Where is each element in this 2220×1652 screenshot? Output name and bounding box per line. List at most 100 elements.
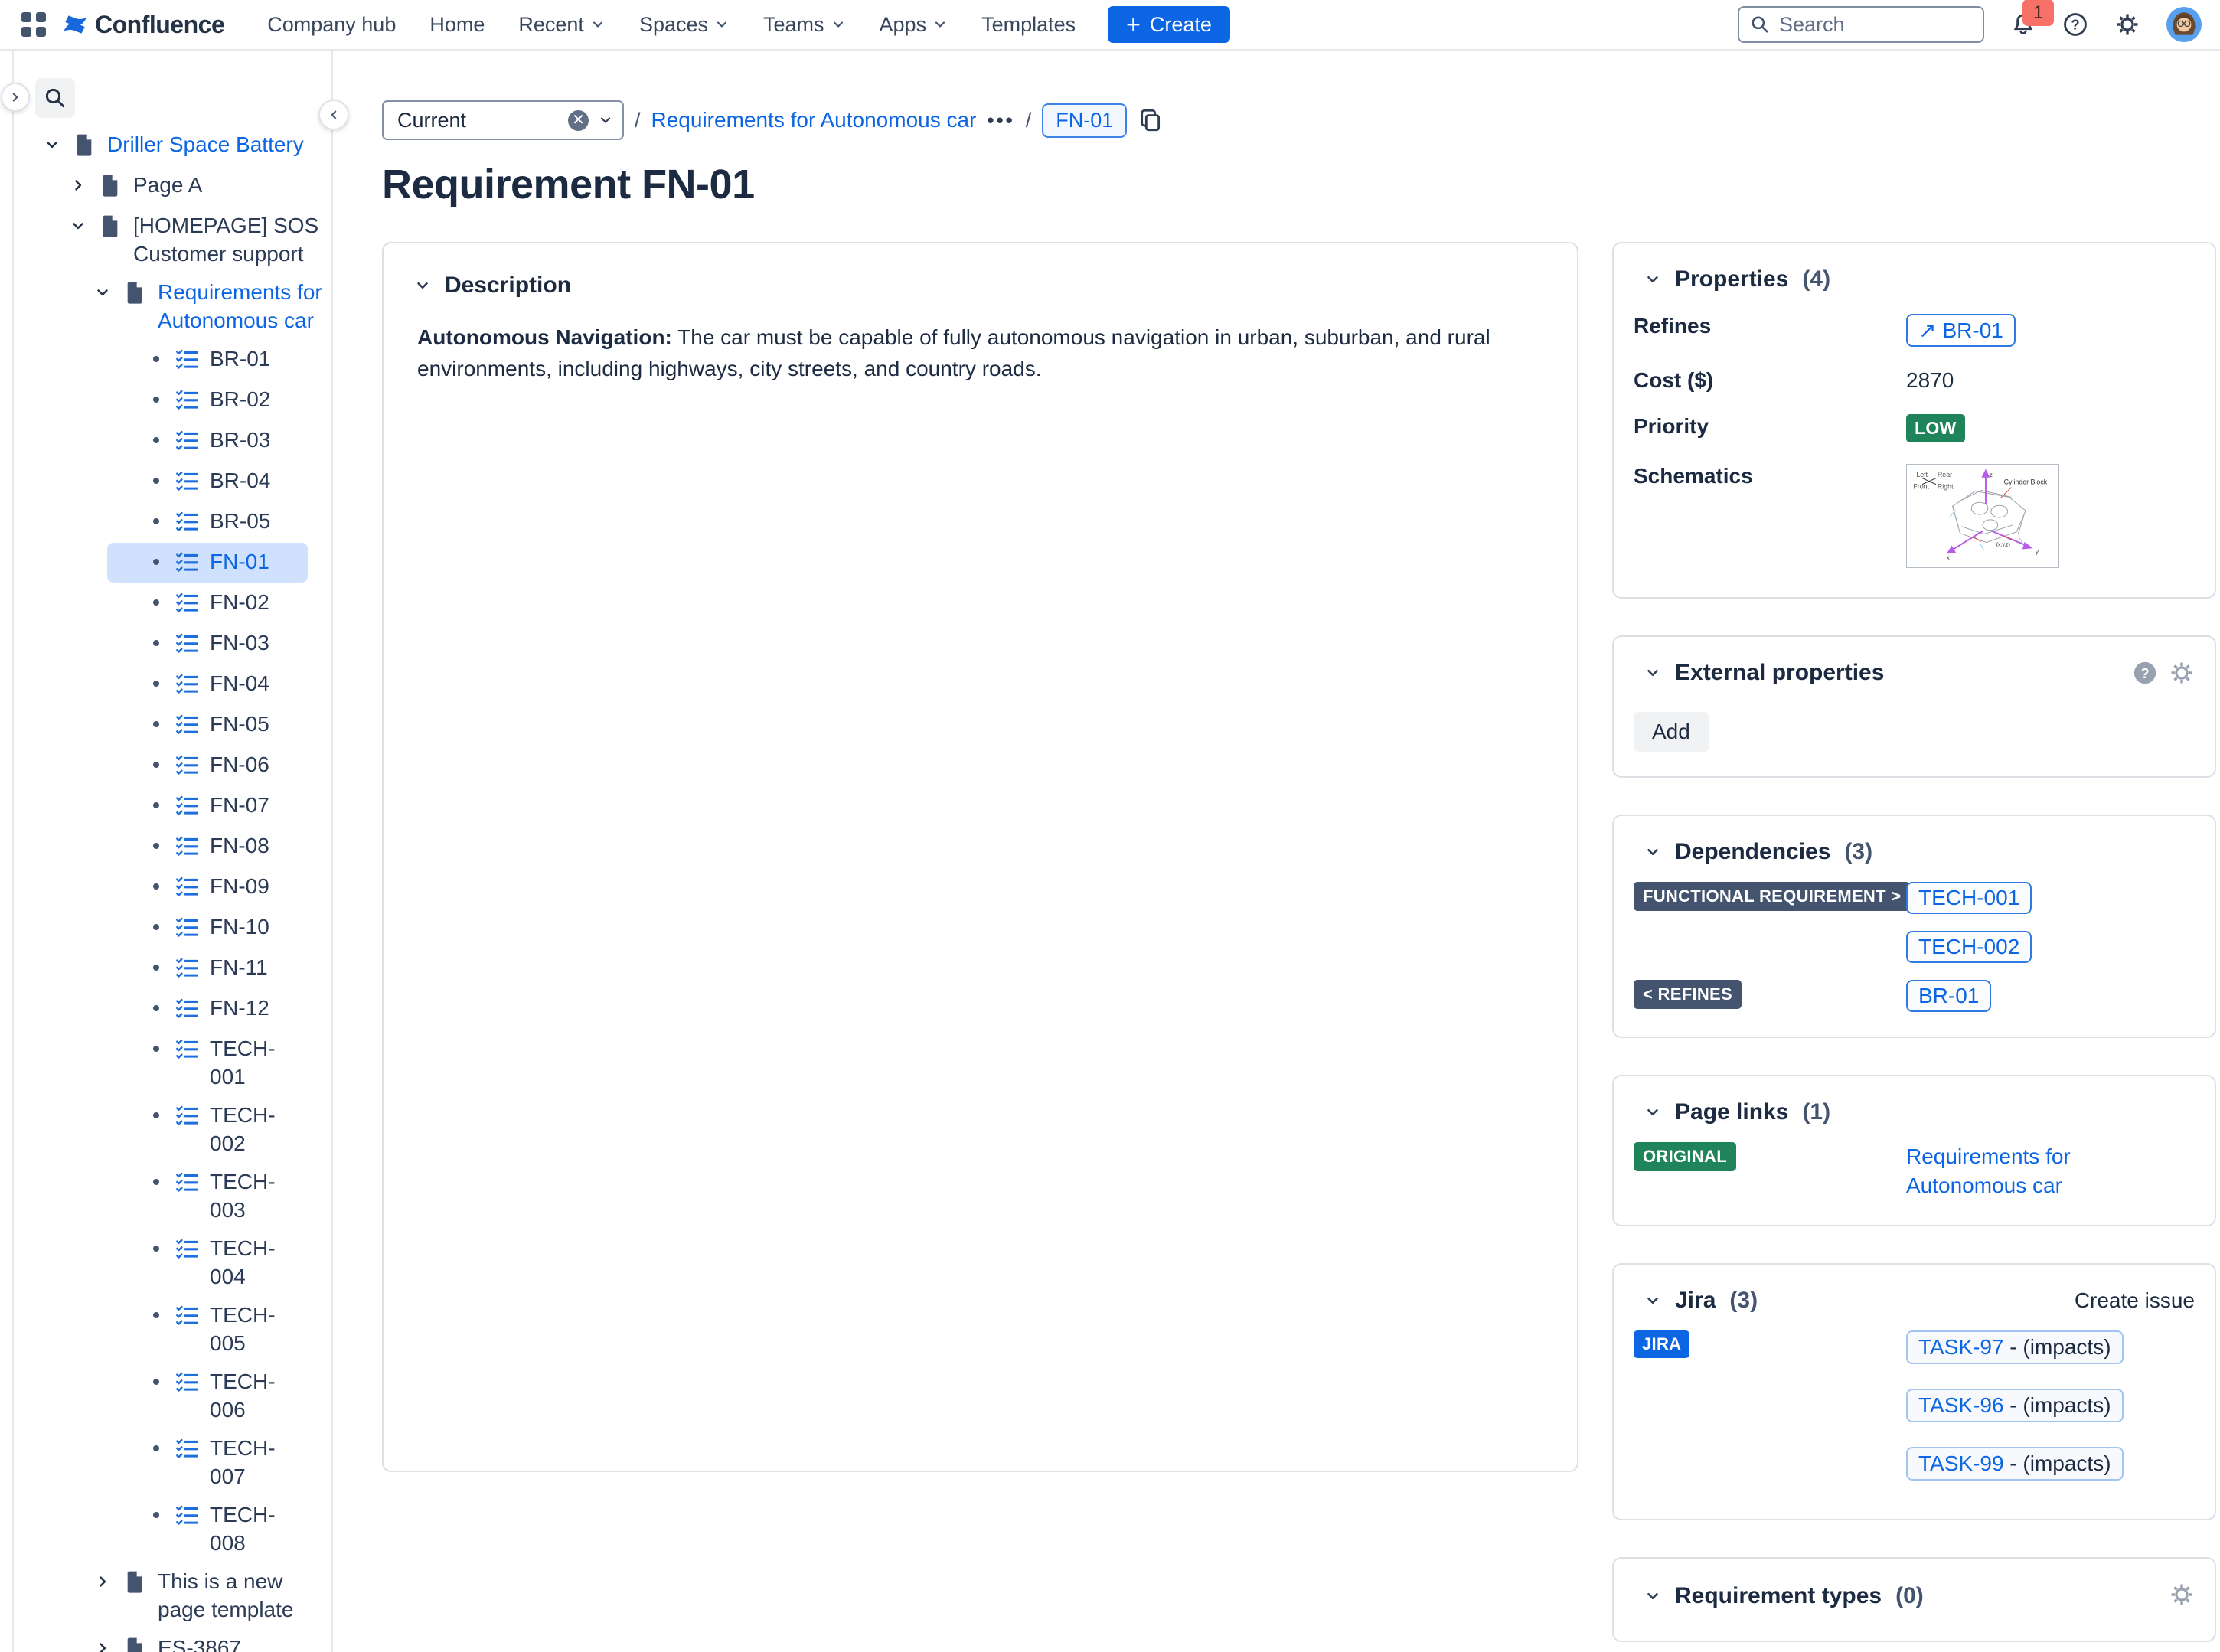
tree-chevron[interactable] <box>119 831 147 860</box>
tree-chevron[interactable] <box>119 669 147 698</box>
confluence-logo[interactable]: Confluence <box>61 11 225 39</box>
tree-chevron[interactable] <box>119 344 147 374</box>
search-input[interactable] <box>1779 12 1972 37</box>
tree-item[interactable]: BR-04 <box>107 462 308 501</box>
description-header[interactable]: Description <box>414 273 1546 299</box>
tree-item[interactable]: FN-01 <box>107 543 308 583</box>
help-circle-icon[interactable]: ? <box>2132 660 2158 686</box>
refines-chip[interactable]: ↗ BR-01 <box>1906 314 2016 347</box>
gear-icon[interactable] <box>2169 660 2195 686</box>
jira-issue-key[interactable]: TASK-99 <box>1918 1451 2004 1475</box>
notifications-button[interactable]: 1 <box>2010 0 2055 38</box>
tree-chevron[interactable] <box>119 710 147 739</box>
tree-item[interactable]: TECH-007 <box>107 1429 308 1495</box>
tree-item[interactable]: [HOMEPAGE] SOS Customer support <box>70 207 331 273</box>
tree-chevron[interactable] <box>119 385 147 414</box>
nav-menu-item[interactable]: Recent <box>504 4 619 46</box>
jira-issue-pill[interactable]: TASK-99 - (impacts) <box>1906 1447 2124 1481</box>
help-button[interactable]: ? <box>2062 11 2088 38</box>
tree-item[interactable]: This is a new page template <box>95 1562 331 1628</box>
nav-menu-item[interactable]: Templates <box>968 4 1089 46</box>
tree-item[interactable]: TECH-001 <box>107 1030 308 1095</box>
jira-issue-pill[interactable]: TASK-97 - (impacts) <box>1906 1330 2124 1364</box>
jira-issue-key[interactable]: TASK-97 <box>1918 1335 2004 1359</box>
dependency-link-chip[interactable]: TECH-002 <box>1906 931 2032 963</box>
tree-item[interactable]: TECH-002 <box>107 1096 308 1162</box>
tree-item[interactable]: FN-06 <box>107 746 308 785</box>
tree-chevron[interactable] <box>119 507 147 536</box>
tree-chevron[interactable] <box>119 791 147 820</box>
tree-chevron[interactable] <box>70 211 98 240</box>
tree-item[interactable]: Page A <box>70 166 331 206</box>
user-avatar[interactable] <box>2166 7 2202 42</box>
tree-chevron[interactable] <box>119 953 147 982</box>
tree-item[interactable]: BR-05 <box>107 502 308 542</box>
breadcrumb-ellipsis-button[interactable]: ••• <box>987 110 1014 130</box>
tree-item[interactable]: FN-07 <box>107 786 308 826</box>
tree-item[interactable]: BR-03 <box>107 421 308 461</box>
nav-menu-item[interactable]: Home <box>416 4 498 46</box>
tree-item[interactable]: FN-10 <box>107 908 308 948</box>
tree-chevron[interactable] <box>119 1301 147 1330</box>
nav-menu-item[interactable]: Apps <box>866 4 962 46</box>
tree-chevron[interactable] <box>119 588 147 617</box>
page-link[interactable]: Requirements for Autonomous car <box>1906 1142 2195 1200</box>
dependency-link-chip[interactable]: BR-01 <box>1906 980 1992 1012</box>
tree-chevron[interactable] <box>119 466 147 495</box>
tree-search-button[interactable] <box>35 78 75 118</box>
tree-chevron[interactable] <box>119 1234 147 1263</box>
tree-chevron[interactable] <box>95 1567 122 1596</box>
breadcrumb-parent-link[interactable]: Requirements for Autonomous car <box>651 108 977 132</box>
version-select[interactable]: Current ✕ <box>382 100 624 140</box>
tree-chevron[interactable] <box>119 1034 147 1063</box>
dependency-link-chip[interactable]: TECH-001 <box>1906 882 2032 914</box>
dependencies-header[interactable]: Dependencies (3) <box>1634 839 2195 865</box>
current-page-chip[interactable]: FN-01 <box>1042 103 1128 138</box>
tree-chevron[interactable] <box>95 1634 122 1652</box>
tree-item[interactable]: BR-02 <box>107 380 308 420</box>
tree-item[interactable]: TECH-008 <box>107 1496 308 1562</box>
tree-chevron[interactable] <box>119 1167 147 1197</box>
tree-item[interactable]: ES-3867 <box>95 1629 331 1652</box>
tree-chevron[interactable] <box>44 130 72 159</box>
tree-chevron[interactable] <box>119 547 147 576</box>
tree-item[interactable]: FN-02 <box>107 583 308 623</box>
tree-chevron[interactable] <box>119 628 147 658</box>
tree-item[interactable]: TECH-004 <box>107 1229 308 1295</box>
tree-item[interactable]: FN-11 <box>107 948 308 988</box>
app-switcher-icon[interactable] <box>21 12 46 37</box>
tree-chevron[interactable] <box>119 1434 147 1463</box>
tree-chevron[interactable] <box>119 1367 147 1396</box>
tree-item[interactable]: FN-03 <box>107 624 308 664</box>
tree-chevron[interactable] <box>119 872 147 901</box>
tree-chevron[interactable] <box>119 426 147 455</box>
tree-chevron[interactable] <box>70 171 98 200</box>
tree-item[interactable]: FN-05 <box>107 705 308 745</box>
nav-menu-item[interactable]: Teams <box>749 4 860 46</box>
tree-item[interactable]: FN-08 <box>107 827 308 867</box>
nav-menu-item[interactable]: Company hub <box>253 4 410 46</box>
tree-chevron[interactable] <box>119 1500 147 1530</box>
tree-item[interactable]: FN-12 <box>107 989 308 1029</box>
tree-item[interactable]: TECH-003 <box>107 1163 308 1229</box>
collapse-sidebar-button[interactable] <box>318 100 349 130</box>
jira-issue-pill[interactable]: TASK-96 - (impacts) <box>1906 1389 2124 1422</box>
page-links-header[interactable]: Page links (1) <box>1634 1099 2195 1125</box>
clear-icon[interactable]: ✕ <box>568 109 589 131</box>
tree-chevron[interactable] <box>95 278 122 307</box>
nav-menu-item[interactable]: Spaces <box>625 4 743 46</box>
add-external-property-button[interactable]: Add <box>1634 712 1709 752</box>
create-issue-button[interactable]: Create issue <box>2075 1288 2195 1313</box>
tree-item[interactable]: Requirements for Autonomous car <box>95 273 331 339</box>
tree-item[interactable]: TECH-006 <box>107 1363 308 1428</box>
requirement-types-header[interactable]: Requirement types (0) <box>1634 1582 2195 1610</box>
copy-link-button[interactable] <box>1138 107 1164 133</box>
schematics-image[interactable]: Left Rear Front Right Cylinder Block z x… <box>1906 464 2059 568</box>
global-search[interactable] <box>1738 6 1984 43</box>
requirement-types-settings-button[interactable] <box>2169 1582 2195 1610</box>
tree-chevron[interactable] <box>119 994 147 1023</box>
create-button[interactable]: + Create <box>1108 6 1230 43</box>
settings-button[interactable] <box>2114 11 2140 38</box>
tree-item[interactable]: BR-01 <box>107 340 308 380</box>
jira-header[interactable]: Jira (3) Create issue <box>1634 1288 2195 1314</box>
